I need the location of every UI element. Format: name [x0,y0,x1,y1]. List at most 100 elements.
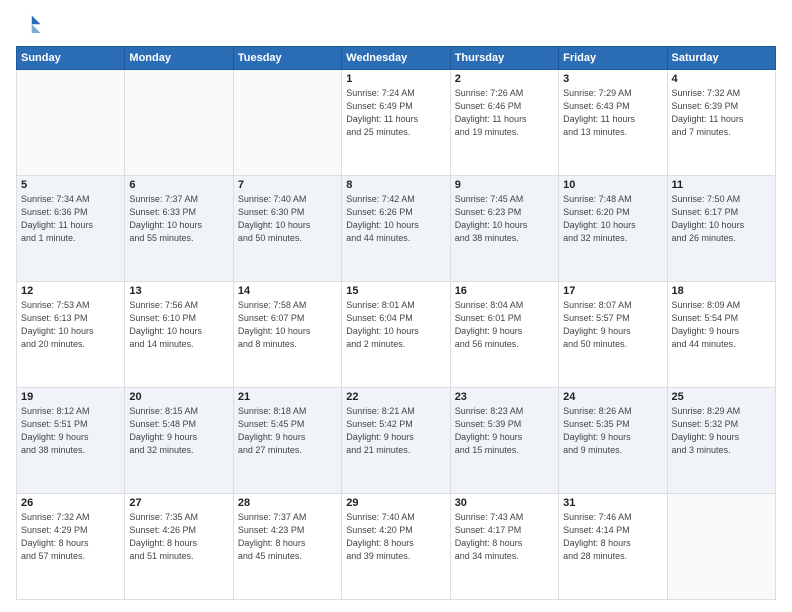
calendar-week-5: 26Sunrise: 7:32 AM Sunset: 4:29 PM Dayli… [17,494,776,600]
weekday-header-sunday: Sunday [17,47,125,70]
day-number: 1 [346,73,445,85]
day-number: 27 [129,497,228,509]
header [16,12,776,40]
day-number: 5 [21,179,120,191]
calendar-cell: 29 Sunrise: 7:40 AM Sunset: 4:20 PM Dayli… [342,494,450,600]
calendar-table: SundayMondayTuesdayWednesdayThursdayFrid… [16,46,776,600]
calendar-cell: 21 Sunrise: 8:18 AM Sunset: 5:45 PM Dayli… [233,388,341,494]
calendar-cell: 25 Sunrise: 8:29 AM Sunset: 5:32 PM Dayli… [667,388,775,494]
day-info: Sunrise: 8:01 AM Sunset: 6:04 PM Dayligh… [346,299,445,351]
day-info: Sunrise: 8:23 AM Sunset: 5:39 PM Dayligh… [455,405,554,457]
weekday-header-wednesday: Wednesday [342,47,450,70]
calendar-cell: 11 Sunrise: 7:50 AM Sunset: 6:17 PM Dayli… [667,176,775,282]
calendar-cell: 26Sunrise: 7:32 AM Sunset: 4:29 PM Dayli… [17,494,125,600]
calendar-cell: 27 Sunrise: 7:35 AM Sunset: 4:26 PM Dayli… [125,494,233,600]
day-number: 6 [129,179,228,191]
weekday-header-saturday: Saturday [667,47,775,70]
calendar-cell: 24 Sunrise: 8:26 AM Sunset: 5:35 PM Dayli… [559,388,667,494]
day-number: 9 [455,179,554,191]
logo [16,12,48,40]
logo-icon [16,12,44,40]
day-number: 29 [346,497,445,509]
day-number: 31 [563,497,662,509]
day-info: Sunrise: 8:12 AM Sunset: 5:51 PM Dayligh… [21,405,120,457]
weekday-header-monday: Monday [125,47,233,70]
calendar-cell: 30Sunrise: 7:43 AM Sunset: 4:17 PM Dayli… [450,494,558,600]
calendar-week-3: 12 Sunrise: 7:53 AM Sunset: 6:13 PM Dayli… [17,282,776,388]
day-number: 21 [238,391,337,403]
day-number: 23 [455,391,554,403]
day-number: 15 [346,285,445,297]
day-info: Sunrise: 7:24 AM Sunset: 6:49 PM Dayligh… [346,87,445,139]
day-number: 22 [346,391,445,403]
day-info: Sunrise: 8:07 AM Sunset: 5:57 PM Dayligh… [563,299,662,351]
calendar-cell: 31 Sunrise: 7:46 AM Sunset: 4:14 PM Dayli… [559,494,667,600]
day-info: Sunrise: 7:56 AM Sunset: 6:10 PM Dayligh… [129,299,228,351]
weekday-header-tuesday: Tuesday [233,47,341,70]
day-number: 19 [21,391,120,403]
day-info: Sunrise: 7:34 AM Sunset: 6:36 PM Dayligh… [21,193,120,245]
day-info: Sunrise: 7:50 AM Sunset: 6:17 PM Dayligh… [672,193,771,245]
day-info: Sunrise: 7:37 AM Sunset: 4:23 PM Dayligh… [238,511,337,563]
calendar-cell: 16Sunrise: 8:04 AM Sunset: 6:01 PM Dayli… [450,282,558,388]
calendar-week-2: 5 Sunrise: 7:34 AM Sunset: 6:36 PM Daylig… [17,176,776,282]
day-number: 4 [672,73,771,85]
day-info: Sunrise: 8:15 AM Sunset: 5:48 PM Dayligh… [129,405,228,457]
day-info: Sunrise: 8:26 AM Sunset: 5:35 PM Dayligh… [563,405,662,457]
day-number: 3 [563,73,662,85]
day-info: Sunrise: 7:48 AM Sunset: 6:20 PM Dayligh… [563,193,662,245]
day-number: 12 [21,285,120,297]
calendar-cell: 1 Sunrise: 7:24 AM Sunset: 6:49 PM Daylig… [342,70,450,176]
day-number: 14 [238,285,337,297]
day-info: Sunrise: 7:37 AM Sunset: 6:33 PM Dayligh… [129,193,228,245]
day-number: 17 [563,285,662,297]
day-info: Sunrise: 7:58 AM Sunset: 6:07 PM Dayligh… [238,299,337,351]
calendar-cell: 9 Sunrise: 7:45 AM Sunset: 6:23 PM Daylig… [450,176,558,282]
day-number: 13 [129,285,228,297]
weekday-header-row: SundayMondayTuesdayWednesdayThursdayFrid… [17,47,776,70]
calendar-cell [125,70,233,176]
calendar-cell: 13 Sunrise: 7:56 AM Sunset: 6:10 PM Dayli… [125,282,233,388]
calendar-cell: 23 Sunrise: 8:23 AM Sunset: 5:39 PM Dayli… [450,388,558,494]
day-info: Sunrise: 8:21 AM Sunset: 5:42 PM Dayligh… [346,405,445,457]
calendar-cell: 3 Sunrise: 7:29 AM Sunset: 6:43 PM Daylig… [559,70,667,176]
page: SundayMondayTuesdayWednesdayThursdayFrid… [0,0,792,612]
calendar-week-4: 19 Sunrise: 8:12 AM Sunset: 5:51 PM Dayli… [17,388,776,494]
calendar-cell: 28 Sunrise: 7:37 AM Sunset: 4:23 PM Dayli… [233,494,341,600]
day-number: 24 [563,391,662,403]
calendar-cell: 19 Sunrise: 8:12 AM Sunset: 5:51 PM Dayli… [17,388,125,494]
calendar-cell: 17 Sunrise: 8:07 AM Sunset: 5:57 PM Dayli… [559,282,667,388]
day-number: 11 [672,179,771,191]
calendar-cell: 14 Sunrise: 7:58 AM Sunset: 6:07 PM Dayli… [233,282,341,388]
day-info: Sunrise: 7:29 AM Sunset: 6:43 PM Dayligh… [563,87,662,139]
day-number: 16 [455,285,554,297]
day-info: Sunrise: 7:26 AM Sunset: 6:46 PM Dayligh… [455,87,554,139]
day-number: 18 [672,285,771,297]
day-info: Sunrise: 7:32 AM Sunset: 4:29 PM Dayligh… [21,511,120,563]
day-number: 7 [238,179,337,191]
calendar-cell: 22 Sunrise: 8:21 AM Sunset: 5:42 PM Dayli… [342,388,450,494]
day-info: Sunrise: 7:40 AM Sunset: 4:20 PM Dayligh… [346,511,445,563]
day-info: Sunrise: 8:18 AM Sunset: 5:45 PM Dayligh… [238,405,337,457]
calendar-cell: 5 Sunrise: 7:34 AM Sunset: 6:36 PM Daylig… [17,176,125,282]
day-info: Sunrise: 7:45 AM Sunset: 6:23 PM Dayligh… [455,193,554,245]
calendar-cell: 6 Sunrise: 7:37 AM Sunset: 6:33 PM Daylig… [125,176,233,282]
day-number: 28 [238,497,337,509]
day-info: Sunrise: 7:53 AM Sunset: 6:13 PM Dayligh… [21,299,120,351]
calendar-cell: 10 Sunrise: 7:48 AM Sunset: 6:20 PM Dayli… [559,176,667,282]
weekday-header-thursday: Thursday [450,47,558,70]
calendar-cell: 20Sunrise: 8:15 AM Sunset: 5:48 PM Dayli… [125,388,233,494]
day-info: Sunrise: 7:35 AM Sunset: 4:26 PM Dayligh… [129,511,228,563]
calendar-cell: 8Sunrise: 7:42 AM Sunset: 6:26 PM Daylig… [342,176,450,282]
calendar-cell: 15 Sunrise: 8:01 AM Sunset: 6:04 PM Dayli… [342,282,450,388]
day-info: Sunrise: 7:32 AM Sunset: 6:39 PM Dayligh… [672,87,771,139]
calendar-cell: 12 Sunrise: 7:53 AM Sunset: 6:13 PM Dayli… [17,282,125,388]
day-info: Sunrise: 8:29 AM Sunset: 5:32 PM Dayligh… [672,405,771,457]
day-number: 10 [563,179,662,191]
day-number: 25 [672,391,771,403]
day-info: Sunrise: 7:46 AM Sunset: 4:14 PM Dayligh… [563,511,662,563]
day-number: 30 [455,497,554,509]
calendar-week-1: 1 Sunrise: 7:24 AM Sunset: 6:49 PM Daylig… [17,70,776,176]
day-number: 2 [455,73,554,85]
calendar-cell [667,494,775,600]
